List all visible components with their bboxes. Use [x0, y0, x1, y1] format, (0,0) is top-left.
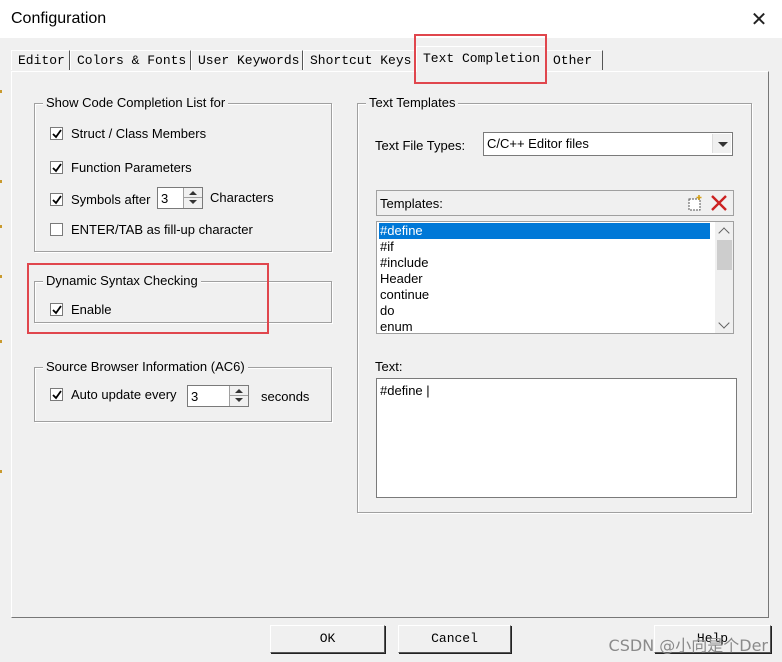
cancel-button[interactable]: Cancel [398, 625, 511, 653]
scroll-down-button[interactable] [715, 316, 733, 333]
auto-update-value[interactable]: 3 [191, 389, 198, 404]
text-label: Text: [375, 359, 403, 374]
file-types-value: C/C++ Editor files [487, 136, 589, 151]
characters-label: Characters [210, 190, 274, 205]
arrow-up-icon [189, 191, 197, 195]
browser-group-title: Source Browser Information (AC6) [43, 359, 248, 374]
arrow-up-icon [235, 389, 243, 393]
tab-editor[interactable]: Editor [11, 50, 70, 70]
tab-other[interactable]: Other [546, 50, 603, 70]
struct-members-label: Struct / Class Members [71, 126, 207, 141]
enter-tab-checkbox[interactable] [50, 223, 63, 236]
check-icon [52, 195, 62, 205]
arrow-down-icon [235, 398, 243, 402]
close-icon[interactable]: ✕ [746, 6, 772, 32]
ok-button[interactable]: OK [270, 625, 385, 653]
check-icon [52, 163, 62, 173]
title-bar: Configuration ✕ [0, 0, 782, 38]
spin-down-button[interactable] [184, 198, 202, 208]
symbols-after-spinner[interactable]: 3 [157, 187, 203, 209]
symbols-after-label: Symbols after [71, 192, 151, 207]
tab-shortcut-keys[interactable]: Shortcut Keys [303, 50, 416, 70]
watermark: CSDN @小向是个Der [608, 636, 768, 655]
symbols-after-checkbox[interactable] [50, 193, 63, 206]
syntax-enable-label: Enable [71, 302, 112, 317]
templates-scrollbar[interactable] [715, 222, 733, 333]
templates-header: Templates: [376, 190, 734, 216]
list-item[interactable]: do [379, 303, 394, 319]
list-item[interactable]: #define [379, 223, 710, 239]
enter-tab-label: ENTER/TAB as fill-up character [71, 222, 253, 237]
list-item[interactable]: #if [379, 239, 394, 255]
delete-template-button[interactable] [709, 193, 729, 213]
scroll-thumb[interactable] [717, 240, 732, 270]
delete-icon [711, 195, 727, 211]
scroll-up-button[interactable] [715, 222, 733, 239]
function-params-checkbox[interactable] [50, 161, 63, 174]
spin-up-button[interactable] [184, 188, 202, 198]
chevron-down-icon [718, 317, 730, 329]
spin-down-button[interactable] [230, 396, 248, 406]
auto-update-checkbox[interactable] [50, 388, 63, 401]
list-item[interactable]: continue [379, 287, 429, 303]
syntax-enable-checkbox[interactable] [50, 303, 63, 316]
template-text-value[interactable]: #define | [380, 383, 430, 398]
templates-list[interactable]: #define #if #include Header continue do … [376, 221, 734, 334]
new-template-button[interactable] [685, 193, 705, 213]
struct-members-checkbox[interactable] [50, 127, 63, 140]
completion-group-title: Show Code Completion List for [43, 95, 229, 110]
arrow-down-icon [189, 200, 197, 204]
auto-update-label: Auto update every [71, 387, 177, 402]
syntax-group-title: Dynamic Syntax Checking [43, 273, 201, 288]
list-item[interactable]: Header [379, 271, 423, 287]
tab-user-keywords[interactable]: User Keywords [191, 50, 303, 70]
auto-update-spinner[interactable]: 3 [187, 385, 249, 407]
seconds-label: seconds [261, 389, 310, 404]
window-title: Configuration [11, 10, 107, 27]
chevron-down-icon [718, 142, 728, 147]
check-icon [52, 129, 62, 139]
function-params-label: Function Parameters [71, 160, 192, 175]
list-item[interactable]: enum [379, 319, 413, 335]
file-types-label: Text File Types: [375, 138, 466, 153]
template-text-area[interactable]: #define | [376, 378, 737, 498]
templates-label: Templates: [380, 196, 443, 211]
check-icon [52, 390, 62, 400]
tab-colors-fonts[interactable]: Colors & Fonts [70, 50, 191, 70]
templates-group-title: Text Templates [366, 95, 459, 110]
background-window-edge [0, 40, 3, 640]
chevron-up-icon [718, 227, 730, 239]
spin-up-button[interactable] [230, 386, 248, 396]
list-item[interactable]: #include [379, 255, 428, 271]
new-item-icon [688, 195, 702, 211]
file-types-dropdown[interactable]: C/C++ Editor files [483, 132, 733, 156]
check-icon [52, 305, 62, 315]
dropdown-button[interactable] [712, 134, 731, 153]
tab-text-completion[interactable]: Text Completion [416, 46, 546, 72]
symbols-after-value[interactable]: 3 [161, 191, 168, 206]
